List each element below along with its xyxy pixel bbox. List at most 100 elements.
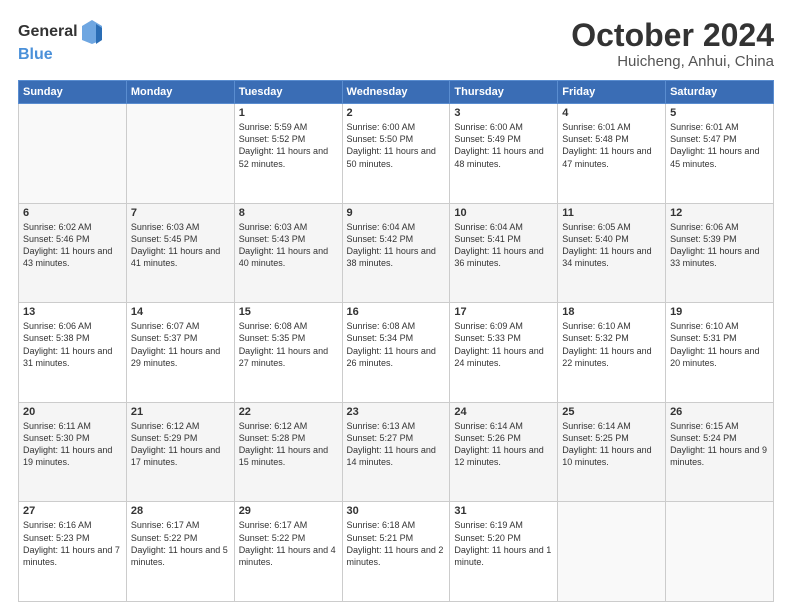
column-header-sunday: Sunday bbox=[19, 81, 127, 104]
calendar-cell: 25Sunrise: 6:14 AM Sunset: 5:25 PM Dayli… bbox=[558, 402, 666, 502]
day-number: 22 bbox=[239, 406, 338, 418]
day-info: Sunrise: 6:19 AM Sunset: 5:20 PM Dayligh… bbox=[454, 519, 553, 568]
column-header-thursday: Thursday bbox=[450, 81, 558, 104]
logo-icon bbox=[80, 18, 104, 46]
day-info: Sunrise: 6:01 AM Sunset: 5:48 PM Dayligh… bbox=[562, 121, 661, 170]
day-number: 16 bbox=[347, 306, 446, 318]
day-info: Sunrise: 6:16 AM Sunset: 5:23 PM Dayligh… bbox=[23, 519, 122, 568]
day-number: 3 bbox=[454, 107, 553, 119]
logo-blue: Blue bbox=[18, 46, 53, 63]
day-info: Sunrise: 6:01 AM Sunset: 5:47 PM Dayligh… bbox=[670, 121, 769, 170]
header: General Blue October 2024 Huicheng, Anhu… bbox=[18, 18, 774, 70]
day-info: Sunrise: 6:14 AM Sunset: 5:26 PM Dayligh… bbox=[454, 420, 553, 469]
day-info: Sunrise: 5:59 AM Sunset: 5:52 PM Dayligh… bbox=[239, 121, 338, 170]
column-header-friday: Friday bbox=[558, 81, 666, 104]
day-info: Sunrise: 6:03 AM Sunset: 5:45 PM Dayligh… bbox=[131, 221, 230, 270]
calendar-week-row: 6Sunrise: 6:02 AM Sunset: 5:46 PM Daylig… bbox=[19, 203, 774, 303]
day-number: 19 bbox=[670, 306, 769, 318]
day-info: Sunrise: 6:02 AM Sunset: 5:46 PM Dayligh… bbox=[23, 221, 122, 270]
calendar-cell: 24 Sunrise: 6:14 AM Sunset: 5:26 PM Dayli… bbox=[450, 402, 558, 502]
day-info: Sunrise: 6:06 AM Sunset: 5:39 PM Dayligh… bbox=[670, 221, 769, 270]
calendar-cell: 8 Sunrise: 6:03 AM Sunset: 5:43 PM Daylig… bbox=[234, 203, 342, 303]
logo-general: General bbox=[18, 23, 78, 41]
day-info: Sunrise: 6:03 AM Sunset: 5:43 PM Dayligh… bbox=[239, 221, 338, 270]
calendar-cell: 16 Sunrise: 6:08 AM Sunset: 5:34 PM Dayli… bbox=[342, 303, 450, 403]
day-number: 29 bbox=[239, 505, 338, 517]
location-title: Huicheng, Anhui, China bbox=[571, 53, 774, 70]
calendar-cell: 22 Sunrise: 6:12 AM Sunset: 5:28 PM Dayli… bbox=[234, 402, 342, 502]
page: General Blue October 2024 Huicheng, Anhu… bbox=[0, 0, 792, 612]
calendar-cell: 1Sunrise: 5:59 AM Sunset: 5:52 PM Daylig… bbox=[234, 104, 342, 204]
day-info: Sunrise: 6:18 AM Sunset: 5:21 PM Dayligh… bbox=[347, 519, 446, 568]
day-info: Sunrise: 6:05 AM Sunset: 5:40 PM Dayligh… bbox=[562, 221, 661, 270]
day-info: Sunrise: 6:15 AM Sunset: 5:24 PM Dayligh… bbox=[670, 420, 769, 469]
calendar-cell bbox=[666, 502, 774, 602]
day-number: 25 bbox=[562, 406, 661, 418]
day-number: 28 bbox=[131, 505, 230, 517]
calendar-cell bbox=[558, 502, 666, 602]
day-number: 24 bbox=[454, 406, 553, 418]
day-number: 11 bbox=[562, 207, 661, 219]
calendar-cell: 15 Sunrise: 6:08 AM Sunset: 5:35 PM Dayli… bbox=[234, 303, 342, 403]
calendar-cell: 28 Sunrise: 6:17 AM Sunset: 5:22 PM Dayli… bbox=[126, 502, 234, 602]
calendar-week-row: 13Sunrise: 6:06 AM Sunset: 5:38 PM Dayli… bbox=[19, 303, 774, 403]
title-block: October 2024 Huicheng, Anhui, China bbox=[571, 18, 774, 70]
day-number: 8 bbox=[239, 207, 338, 219]
calendar-cell: 18 Sunrise: 6:10 AM Sunset: 5:32 PM Dayli… bbox=[558, 303, 666, 403]
day-info: Sunrise: 6:10 AM Sunset: 5:32 PM Dayligh… bbox=[562, 320, 661, 369]
calendar-cell: 27 Sunrise: 6:16 AM Sunset: 5:23 PM Dayli… bbox=[19, 502, 127, 602]
day-number: 2 bbox=[347, 107, 446, 119]
day-number: 20 bbox=[23, 406, 122, 418]
calendar-cell: 20Sunrise: 6:11 AM Sunset: 5:30 PM Dayli… bbox=[19, 402, 127, 502]
calendar-cell: 13Sunrise: 6:06 AM Sunset: 5:38 PM Dayli… bbox=[19, 303, 127, 403]
column-header-monday: Monday bbox=[126, 81, 234, 104]
day-number: 18 bbox=[562, 306, 661, 318]
day-number: 15 bbox=[239, 306, 338, 318]
column-header-saturday: Saturday bbox=[666, 81, 774, 104]
calendar-week-row: 20Sunrise: 6:11 AM Sunset: 5:30 PM Dayli… bbox=[19, 402, 774, 502]
day-number: 9 bbox=[347, 207, 446, 219]
column-header-tuesday: Tuesday bbox=[234, 81, 342, 104]
calendar-cell: 3 Sunrise: 6:00 AM Sunset: 5:49 PM Daylig… bbox=[450, 104, 558, 204]
day-number: 17 bbox=[454, 306, 553, 318]
calendar-table: SundayMondayTuesdayWednesdayThursdayFrid… bbox=[18, 80, 774, 602]
calendar-cell: 30 Sunrise: 6:18 AM Sunset: 5:21 PM Dayli… bbox=[342, 502, 450, 602]
day-info: Sunrise: 6:13 AM Sunset: 5:27 PM Dayligh… bbox=[347, 420, 446, 469]
day-info: Sunrise: 6:10 AM Sunset: 5:31 PM Dayligh… bbox=[670, 320, 769, 369]
month-title: October 2024 bbox=[571, 18, 774, 53]
day-number: 21 bbox=[131, 406, 230, 418]
calendar-cell: 19 Sunrise: 6:10 AM Sunset: 5:31 PM Dayli… bbox=[666, 303, 774, 403]
calendar-cell: 2 Sunrise: 6:00 AM Sunset: 5:50 PM Daylig… bbox=[342, 104, 450, 204]
calendar-cell bbox=[19, 104, 127, 204]
day-info: Sunrise: 6:08 AM Sunset: 5:35 PM Dayligh… bbox=[239, 320, 338, 369]
calendar-cell: 5 Sunrise: 6:01 AM Sunset: 5:47 PM Daylig… bbox=[666, 104, 774, 204]
day-info: Sunrise: 6:12 AM Sunset: 5:29 PM Dayligh… bbox=[131, 420, 230, 469]
calendar-cell: 9Sunrise: 6:04 AM Sunset: 5:42 PM Daylig… bbox=[342, 203, 450, 303]
calendar-header-row: SundayMondayTuesdayWednesdayThursdayFrid… bbox=[19, 81, 774, 104]
day-info: Sunrise: 6:12 AM Sunset: 5:28 PM Dayligh… bbox=[239, 420, 338, 469]
column-header-wednesday: Wednesday bbox=[342, 81, 450, 104]
calendar-cell: 29 Sunrise: 6:17 AM Sunset: 5:22 PM Dayli… bbox=[234, 502, 342, 602]
day-info: Sunrise: 6:09 AM Sunset: 5:33 PM Dayligh… bbox=[454, 320, 553, 369]
calendar-cell: 21 Sunrise: 6:12 AM Sunset: 5:29 PM Dayli… bbox=[126, 402, 234, 502]
day-info: Sunrise: 6:08 AM Sunset: 5:34 PM Dayligh… bbox=[347, 320, 446, 369]
day-number: 31 bbox=[454, 505, 553, 517]
calendar-week-row: 27 Sunrise: 6:16 AM Sunset: 5:23 PM Dayli… bbox=[19, 502, 774, 602]
day-info: Sunrise: 6:00 AM Sunset: 5:50 PM Dayligh… bbox=[347, 121, 446, 170]
calendar-cell: 31 Sunrise: 6:19 AM Sunset: 5:20 PM Dayli… bbox=[450, 502, 558, 602]
day-info: Sunrise: 6:17 AM Sunset: 5:22 PM Dayligh… bbox=[131, 519, 230, 568]
day-number: 27 bbox=[23, 505, 122, 517]
day-info: Sunrise: 6:00 AM Sunset: 5:49 PM Dayligh… bbox=[454, 121, 553, 170]
day-number: 5 bbox=[670, 107, 769, 119]
day-number: 30 bbox=[347, 505, 446, 517]
day-number: 4 bbox=[562, 107, 661, 119]
calendar-cell: 10Sunrise: 6:04 AM Sunset: 5:41 PM Dayli… bbox=[450, 203, 558, 303]
day-info: Sunrise: 6:17 AM Sunset: 5:22 PM Dayligh… bbox=[239, 519, 338, 568]
day-number: 7 bbox=[131, 207, 230, 219]
day-number: 26 bbox=[670, 406, 769, 418]
calendar-cell: 23Sunrise: 6:13 AM Sunset: 5:27 PM Dayli… bbox=[342, 402, 450, 502]
calendar-cell: 12Sunrise: 6:06 AM Sunset: 5:39 PM Dayli… bbox=[666, 203, 774, 303]
calendar-cell: 26 Sunrise: 6:15 AM Sunset: 5:24 PM Dayli… bbox=[666, 402, 774, 502]
calendar-cell: 6Sunrise: 6:02 AM Sunset: 5:46 PM Daylig… bbox=[19, 203, 127, 303]
day-info: Sunrise: 6:06 AM Sunset: 5:38 PM Dayligh… bbox=[23, 320, 122, 369]
